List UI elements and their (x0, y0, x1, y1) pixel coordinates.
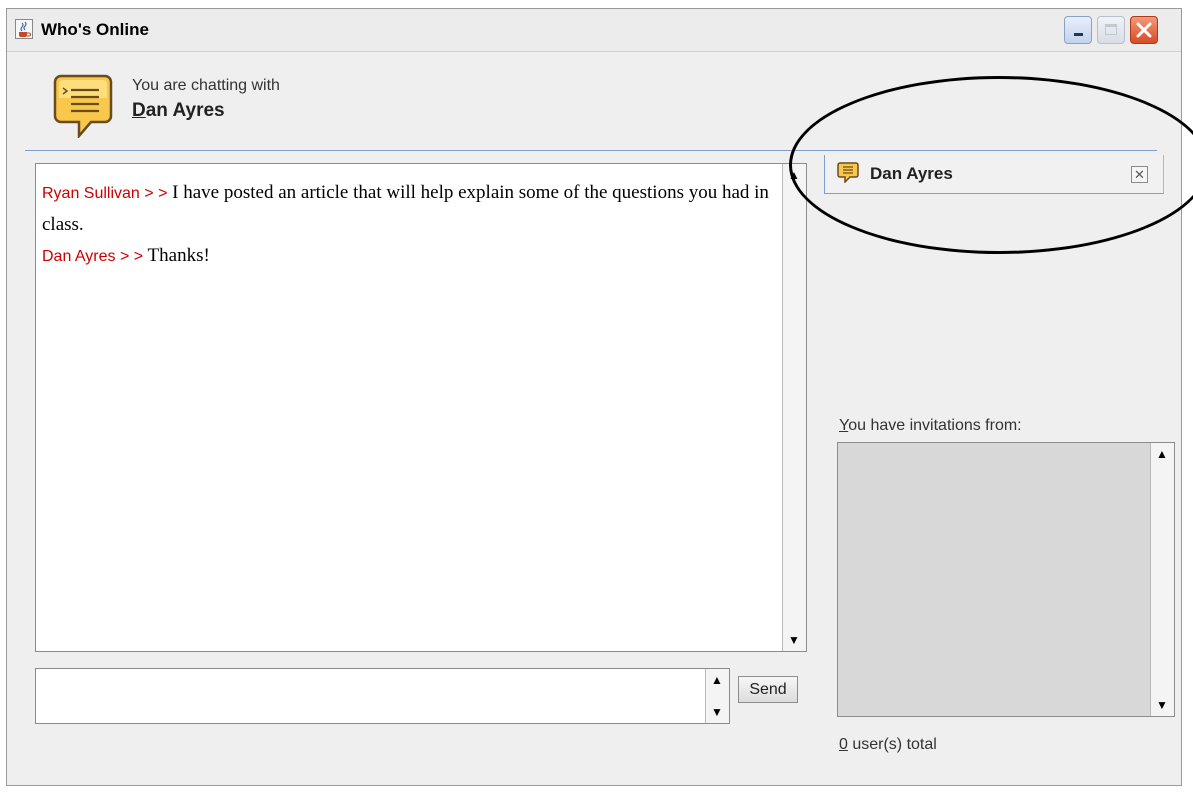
message-scrollbar[interactable]: ▲ ▼ (782, 164, 806, 651)
send-button[interactable]: Send (738, 676, 798, 703)
invitations-label: You have invitations from: (839, 417, 1022, 434)
invitations-scrollbar[interactable]: ▲ ▼ (1150, 443, 1174, 716)
chat-contact-name: Dan Ayres (132, 100, 225, 121)
message-list: Ryan Sullivan > > I have posted an artic… (42, 177, 776, 272)
message-sender: Dan Ayres > > (42, 248, 144, 265)
close-icon[interactable]: ✕ (1131, 166, 1148, 183)
scroll-up-icon[interactable]: ▲ (783, 164, 805, 186)
chat-bubble-icon (53, 74, 113, 138)
scroll-down-icon[interactable]: ▼ (706, 701, 728, 723)
chatting-with-label: You are chatting with (132, 77, 280, 94)
minimize-button[interactable] (1064, 16, 1092, 44)
tab-dan-ayres[interactable]: Dan Ayres ✕ (824, 155, 1164, 194)
java-cup-icon (15, 19, 33, 39)
chat-bubble-icon (837, 162, 859, 183)
scroll-down-icon[interactable]: ▼ (1151, 694, 1173, 716)
close-button[interactable] (1130, 16, 1158, 44)
users-total: 0 user(s) total (839, 736, 937, 753)
window-title: Who's Online (41, 20, 149, 39)
message-input-box: ▲ ▼ (35, 668, 730, 724)
message-text: Thanks! (147, 245, 210, 266)
message-input[interactable] (36, 669, 703, 723)
message-history[interactable]: Ryan Sullivan > > I have posted an artic… (35, 163, 807, 652)
input-scrollbar[interactable]: ▲ ▼ (705, 669, 729, 723)
header-divider (25, 150, 1157, 151)
close-icon (1136, 22, 1152, 38)
scroll-up-icon[interactable]: ▲ (1151, 443, 1173, 465)
whos-online-window: Who's Online You are chatting with Dan A… (6, 8, 1182, 786)
scroll-down-icon[interactable]: ▼ (783, 629, 805, 651)
title-bar: Who's Online (7, 9, 1181, 52)
list-item: Dan Ayres > > Thanks! (42, 240, 776, 272)
list-item: Ryan Sullivan > > I have posted an artic… (42, 177, 776, 240)
maximize-button[interactable] (1097, 16, 1125, 44)
scroll-up-icon[interactable]: ▲ (706, 669, 728, 691)
tab-label: Dan Ayres (870, 164, 953, 183)
message-sender: Ryan Sullivan > > (42, 185, 168, 202)
invitations-list[interactable]: ▲ ▼ (837, 442, 1175, 717)
